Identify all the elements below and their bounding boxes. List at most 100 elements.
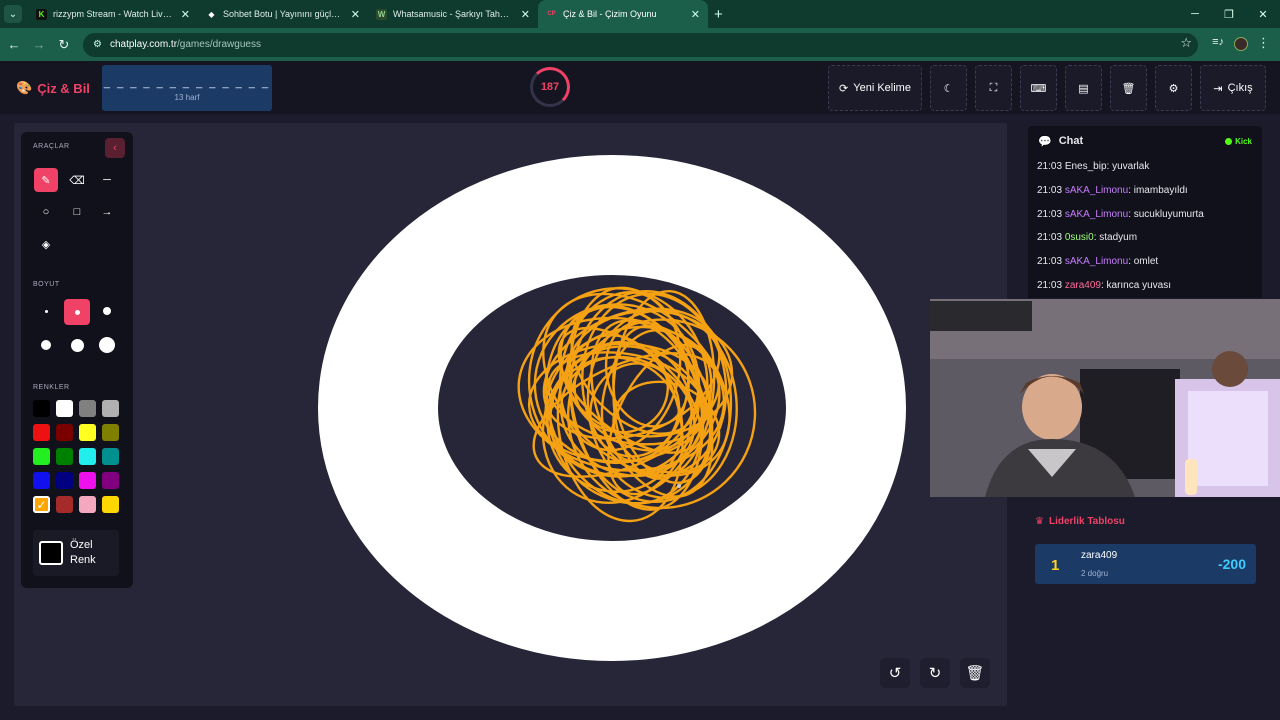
color-swatch[interactable] <box>33 472 50 489</box>
chat-message: 21:03 sAKA_Limonu: sucukluyumurta <box>1037 208 1204 220</box>
color-swatch[interactable] <box>79 448 96 465</box>
color-swatch[interactable]: ✓ <box>33 496 50 513</box>
color-swatch[interactable] <box>79 400 96 417</box>
color-swatch[interactable] <box>56 496 73 513</box>
restore-icon[interactable]: ❐ <box>1212 0 1246 28</box>
game-header: 🎨 Çiz & Bil _ _ _ _ _ _ _ _ _ _ _ _ _ 13… <box>0 61 1280 114</box>
platform-label: Kick <box>1235 136 1252 146</box>
color-swatch[interactable] <box>33 400 50 417</box>
color-swatch[interactable] <box>56 400 73 417</box>
close-tab-icon[interactable]: ✕ <box>351 8 360 21</box>
tab-strip: K rizzypm Stream - Watch Live on Kick ✕ … <box>28 0 708 28</box>
message-user[interactable]: sAKA_Limonu <box>1065 256 1128 267</box>
drawing-canvas[interactable] <box>14 123 1007 706</box>
message-time: 21:03 <box>1037 208 1063 220</box>
browser-tab-ciz-bil[interactable]: CP Çiz & Bil - Çizim Oyunu ✕ <box>538 0 708 28</box>
line-tool[interactable]: ─ <box>95 168 119 192</box>
message-user[interactable]: zara409 <box>1065 280 1101 291</box>
message-text: karınca yuvası <box>1106 279 1171 291</box>
undo-button[interactable]: ↺ <box>880 658 910 688</box>
color-swatch[interactable] <box>79 424 96 441</box>
close-tab-icon[interactable]: ✕ <box>181 8 190 21</box>
message-user[interactable]: 0susi0 <box>1065 232 1094 243</box>
player-name: zara409 <box>1081 550 1118 561</box>
site-info-icon[interactable]: ⚙ <box>93 39 102 50</box>
message-time: 21:03 <box>1037 256 1063 268</box>
message-user[interactable]: sAKA_Limonu <box>1065 185 1128 196</box>
color-swatch[interactable] <box>79 472 96 489</box>
size-xlarge[interactable] <box>65 333 89 357</box>
forward-icon[interactable]: → <box>28 37 50 52</box>
media-controls-icon[interactable]: ≡♪ <box>1212 36 1224 48</box>
browser-tab-whatsamusic[interactable]: W Whatsamusic - Şarkıyı Tahmin Et ✕ <box>368 0 538 28</box>
color-swatch[interactable] <box>102 400 119 417</box>
redo-button[interactable]: ↻ <box>920 658 950 688</box>
new-tab-icon[interactable]: + <box>714 6 723 23</box>
color-swatch[interactable] <box>102 448 119 465</box>
collapse-panel-button[interactable]: ‹ <box>105 138 125 158</box>
size-tiny[interactable] <box>34 299 58 323</box>
arrow-tool[interactable]: → <box>95 200 119 224</box>
tools-section-title: ARAÇLAR <box>33 143 70 150</box>
trash-icon: 🗑 <box>965 665 985 682</box>
tab-search-button[interactable]: ⌄ <box>4 5 22 23</box>
color-swatch[interactable] <box>79 496 96 513</box>
minimize-icon[interactable]: ─ <box>1178 0 1212 28</box>
white-ring-stroke <box>318 155 906 661</box>
size-xxlarge[interactable] <box>95 333 119 357</box>
message-text: yuvarlak <box>1112 161 1150 172</box>
size-large[interactable] <box>34 333 58 357</box>
settings-button[interactable]: ⚙ <box>1155 65 1192 111</box>
color-swatch[interactable] <box>102 472 119 489</box>
url-path: /games/drawguess <box>177 39 261 50</box>
chat-header: 💬 Chat Kick <box>1028 126 1262 156</box>
trash-icon: 🗑 <box>1121 82 1136 95</box>
circle-icon: ○ <box>42 206 50 218</box>
fill-tool[interactable]: ◈ <box>34 232 58 256</box>
leaderboard-row: 1 zara409 2 doğru -200 <box>1035 544 1256 584</box>
size-small[interactable] <box>95 299 119 323</box>
logo-text: Çiz & Bil <box>37 80 90 96</box>
game-logo[interactable]: 🎨 Çiz & Bil <box>16 80 90 96</box>
pencil-tool[interactable]: ✎ <box>34 168 58 192</box>
gear-icon: ⚙ <box>1168 82 1179 95</box>
reload-icon[interactable]: ↻ <box>53 37 75 53</box>
fullscreen-icon: ⛶ <box>989 81 998 94</box>
keyboard-button[interactable]: ⌨ <box>1020 65 1057 111</box>
color-swatch[interactable] <box>33 448 50 465</box>
custom-color-button[interactable]: Özel Renk <box>33 530 119 576</box>
message-user[interactable]: sAKA_Limonu <box>1065 209 1128 220</box>
close-tab-icon[interactable]: ✕ <box>691 8 700 21</box>
chatplay-icon: CP <box>547 11 556 17</box>
line-icon: ─ <box>103 174 111 186</box>
delete-button[interactable]: 🗑 <box>1110 65 1147 111</box>
close-window-icon[interactable]: ✕ <box>1246 0 1280 28</box>
new-word-button[interactable]: ⟳ Yeni Kelime <box>828 65 922 111</box>
theme-toggle-button[interactable]: ☾ <box>930 65 967 111</box>
archive-button[interactable]: ▤ <box>1065 65 1102 111</box>
clear-canvas-button[interactable]: 🗑 <box>960 658 990 688</box>
color-swatch[interactable] <box>102 424 119 441</box>
fullscreen-button[interactable]: ⛶ <box>975 65 1012 111</box>
color-swatch[interactable] <box>56 472 73 489</box>
exit-button[interactable]: ⇥ Çıkış <box>1200 65 1266 111</box>
browser-tab-sohbet-botu[interactable]: ◆ Sohbet Botu | Yayınını güçlendir ✕ <box>198 0 368 28</box>
browser-menu-icon[interactable]: ⋮ <box>1257 35 1270 51</box>
size-medium[interactable] <box>64 299 90 325</box>
browser-tab-kick[interactable]: K rizzypm Stream - Watch Live on Kick ✕ <box>28 0 198 28</box>
close-tab-icon[interactable]: ✕ <box>521 8 530 21</box>
bookmark-star-icon[interactable]: ☆ <box>1180 35 1192 51</box>
back-icon[interactable]: ← <box>3 37 25 52</box>
color-swatch[interactable] <box>102 496 119 513</box>
profile-avatar[interactable] <box>1234 37 1248 51</box>
color-swatch[interactable] <box>56 424 73 441</box>
chat-message: 21:03 0susi0: stadyum <box>1037 232 1138 244</box>
color-swatch[interactable] <box>56 448 73 465</box>
circle-tool[interactable]: ○ <box>34 200 58 224</box>
size-dot <box>70 338 84 352</box>
message-user[interactable]: Enes_bip <box>1065 161 1107 172</box>
rectangle-tool[interactable]: □ <box>65 200 89 224</box>
url-field[interactable]: ⚙ chatplay.com.tr/games/drawguess <box>83 32 1198 57</box>
color-swatch[interactable] <box>33 424 50 441</box>
eraser-tool[interactable]: ⌫ <box>65 168 89 192</box>
